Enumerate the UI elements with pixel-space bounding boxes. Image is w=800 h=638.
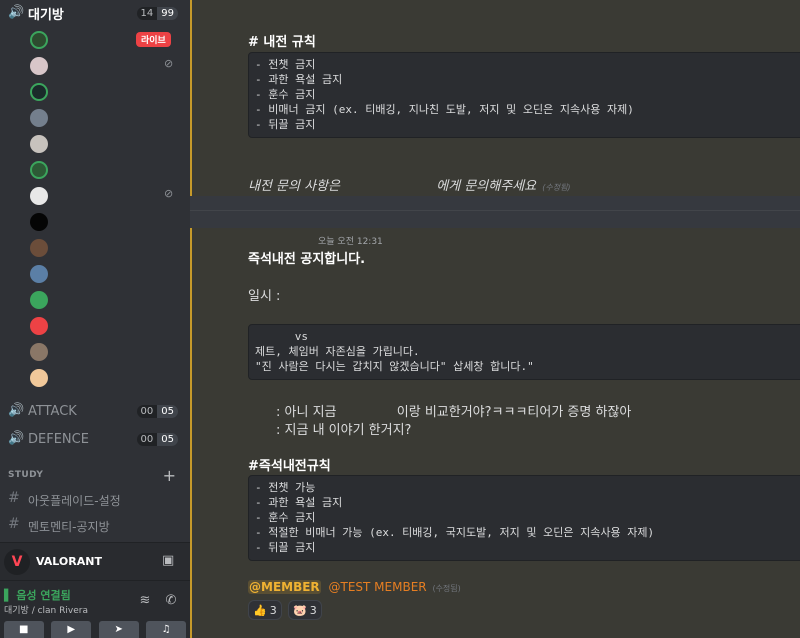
reaction-pig[interactable]: 🐷 3 bbox=[288, 600, 322, 620]
hashtag-icon: # bbox=[8, 516, 20, 532]
voice-channel-waiting[interactable]: 🔊 대기방 14 99 bbox=[0, 0, 190, 26]
reaction-thumbs-up[interactable]: 👍 3 bbox=[248, 600, 282, 620]
game-name: VALORANT bbox=[36, 555, 102, 568]
avatar bbox=[30, 135, 48, 153]
inquiry-text: 내전 문의 사항은 에게 문의해주세요 (수정됨) bbox=[248, 179, 571, 194]
user-limit-badge: 00 05 bbox=[136, 432, 178, 446]
voice-member[interactable] bbox=[30, 262, 180, 286]
muted-icon: ⊘ bbox=[164, 187, 174, 200]
avatar bbox=[30, 213, 48, 231]
valorant-icon: V bbox=[4, 549, 30, 575]
voice-member[interactable] bbox=[30, 80, 180, 104]
mention-line: @MEMBER @TEST MEMBER (수정됨) bbox=[248, 580, 461, 594]
signal-icon: ▌ bbox=[4, 589, 13, 602]
connection-status: ▌ 음성 연결됨 bbox=[4, 589, 71, 602]
voice-channel-defence[interactable]: 🔊 DEFENCE 00 05 bbox=[0, 426, 190, 452]
date-label: 일시 : bbox=[248, 289, 281, 304]
text-channel-mentor[interactable]: # 멘토멘티-공지방 bbox=[0, 512, 190, 538]
voice-channel-name: DEFENCE bbox=[28, 431, 89, 447]
avatar bbox=[30, 265, 48, 283]
disconnect-icon[interactable]: ✆ bbox=[162, 593, 180, 611]
voice-member[interactable] bbox=[30, 366, 180, 390]
quote-line: : 지금 내 이야기 한거지? bbox=[276, 423, 412, 438]
camera-button[interactable]: ■ bbox=[3, 621, 44, 638]
soundboard-button[interactable]: ♫ bbox=[146, 621, 187, 638]
hashtag-icon: # bbox=[8, 490, 20, 506]
voice-member[interactable] bbox=[30, 106, 180, 130]
avatar bbox=[30, 109, 48, 127]
rules-heading: # 내전 규칙 bbox=[248, 35, 316, 50]
role-mention[interactable]: @MEMBER bbox=[248, 580, 321, 594]
avatar bbox=[30, 239, 48, 257]
connection-location[interactable]: 대기방 / clan Rivera bbox=[4, 603, 88, 616]
chat-area: # 내전 규칙 - 전챗 금지 - 과한 욕설 금지 - 훈수 금지 - 비매너… bbox=[190, 0, 800, 638]
avatar bbox=[30, 31, 48, 49]
voice-member[interactable] bbox=[30, 210, 180, 234]
message-timestamp[interactable]: 오늘 오전 12:31 bbox=[318, 234, 383, 247]
speaker-icon: 🔊 bbox=[8, 403, 25, 418]
voice-member[interactable] bbox=[30, 314, 180, 338]
voice-member[interactable]: ⊘ bbox=[30, 184, 180, 208]
rules-heading: #즉석내전규칙 bbox=[248, 459, 331, 474]
avatar bbox=[30, 57, 48, 75]
muted-icon: ⊘ bbox=[164, 57, 174, 70]
voice-action-buttons: ■ ▶ ➤ ♫ bbox=[0, 621, 190, 638]
user-limit-badge: 00 05 bbox=[136, 404, 178, 418]
avatar bbox=[30, 187, 48, 205]
text-channel-name: 아웃플레이드-설정 bbox=[28, 494, 121, 508]
quote-line: : 아니 지금 이랑 비교한거야?ㅋㅋㅋ티어가 증명 하잖아 bbox=[276, 405, 632, 420]
share-screen-button[interactable]: ▶ bbox=[51, 621, 92, 638]
voice-member[interactable]: 라이브 bbox=[30, 28, 180, 52]
rules-code-block: - 전챗 금지 - 과한 욕설 금지 - 훈수 금지 - 비매너 금지 (ex.… bbox=[248, 52, 800, 138]
avatar bbox=[30, 83, 48, 101]
matchup-code-block: vs 제트, 체임버 자존심을 가립니다. "진 사람은 다시는 갑치지 않겠습… bbox=[248, 324, 800, 380]
channel-sidebar: 🔊 대기방 14 99 라이브 ⊘ ⊘ 🔊 ATTACK 00 05 🔊 DEF… bbox=[0, 0, 190, 638]
voice-connection-panel: ▌ 음성 연결됨 대기방 / clan Rivera ≋ ✆ ■ ▶ ➤ ♫ bbox=[0, 580, 190, 638]
user-limit-badge: 14 99 bbox=[136, 6, 178, 20]
speaker-icon: 🔊 bbox=[8, 5, 25, 20]
voice-member[interactable] bbox=[30, 288, 180, 312]
noise-suppression-icon[interactable]: ≋ bbox=[136, 593, 154, 611]
voice-member[interactable]: ⊘ bbox=[30, 54, 180, 78]
message-divider bbox=[190, 210, 800, 211]
game-activity-bar: V VALORANT ▣ bbox=[0, 542, 190, 580]
screen-share-icon[interactable]: ▣ bbox=[162, 553, 180, 569]
rules-code-block: - 전챗 가능 - 과한 욕설 금지 - 훈수 금지 - 적절한 비매너 가능 … bbox=[248, 475, 800, 561]
voice-channel-name: 대기방 bbox=[28, 7, 64, 23]
voice-channel-name: ATTACK bbox=[28, 403, 77, 419]
speaker-icon: 🔊 bbox=[8, 431, 25, 446]
avatar bbox=[30, 343, 48, 361]
avatar bbox=[30, 161, 48, 179]
category-label: STUDY bbox=[8, 470, 44, 480]
live-badge: 라이브 bbox=[136, 32, 171, 47]
avatar bbox=[30, 369, 48, 387]
add-channel-icon[interactable]: + bbox=[163, 466, 176, 485]
voice-member[interactable] bbox=[30, 132, 180, 156]
announcement-title: 즉석내전 공지합니다. bbox=[248, 252, 366, 267]
category-study[interactable]: STUDY + bbox=[0, 466, 190, 486]
avatar bbox=[30, 291, 48, 309]
pig-icon: 🐷 bbox=[293, 603, 307, 617]
activity-button[interactable]: ➤ bbox=[98, 621, 139, 638]
voice-channel-attack[interactable]: 🔊 ATTACK 00 05 bbox=[0, 398, 190, 424]
avatar bbox=[30, 317, 48, 335]
voice-member[interactable] bbox=[30, 236, 180, 260]
voice-member[interactable] bbox=[30, 340, 180, 364]
thumbs-up-icon: 👍 bbox=[253, 603, 267, 617]
text-channel-outplayed[interactable]: # 아웃플레이드-설정 bbox=[0, 486, 190, 512]
role-mention[interactable]: @TEST MEMBER bbox=[329, 580, 427, 594]
voice-member[interactable] bbox=[30, 158, 180, 182]
text-channel-name: 멘토멘티-공지방 bbox=[28, 520, 110, 534]
